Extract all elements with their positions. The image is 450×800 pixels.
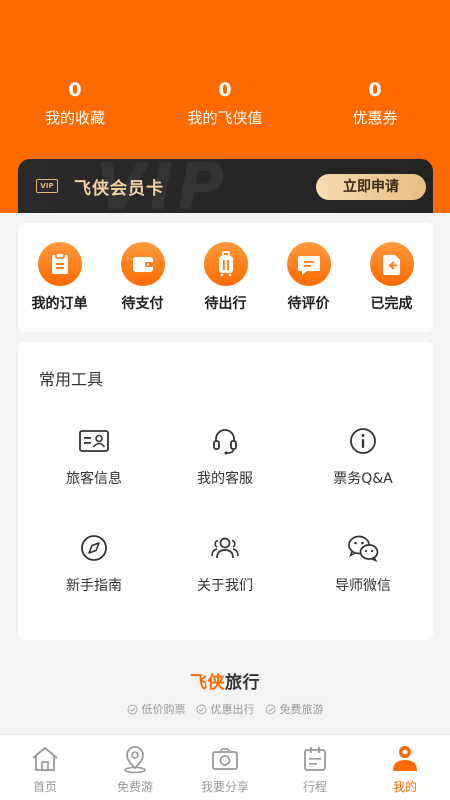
order-all[interactable]: 我的订单 bbox=[18, 223, 101, 332]
apply-button[interactable]: 立即申请 bbox=[316, 174, 426, 200]
vip-badge-icon: VIP bbox=[36, 179, 58, 193]
return-icon bbox=[369, 242, 414, 286]
wechat-icon bbox=[294, 533, 432, 563]
tab-label: 首页 bbox=[32, 780, 57, 794]
order-label: 我的订单 bbox=[31, 296, 88, 312]
check-circle-icon bbox=[265, 704, 275, 714]
id-card-icon bbox=[25, 426, 163, 456]
brand-tag: 优惠出行 bbox=[196, 701, 255, 717]
tab-label: 我要分享 bbox=[200, 780, 249, 794]
tools-panel: 常用工具 旅客信息 我的客服 票务Q&A 新手指南 关于我们 导师微信 bbox=[18, 342, 433, 640]
tool-about-us[interactable]: 关于我们 bbox=[156, 533, 294, 595]
tab-share[interactable]: 我要分享 bbox=[180, 735, 270, 800]
suitcase-icon bbox=[203, 242, 248, 286]
tab-mine[interactable]: 我的 bbox=[360, 735, 450, 800]
tool-label: 我的客服 bbox=[197, 471, 253, 487]
headset-icon bbox=[156, 426, 294, 456]
stat-favorites[interactable]: 0 我的收藏 bbox=[0, 78, 150, 128]
stat-label: 优惠券 bbox=[352, 109, 398, 127]
stat-label: 我的收藏 bbox=[44, 109, 105, 127]
order-pending-travel[interactable]: 待出行 bbox=[184, 223, 267, 332]
compass-icon bbox=[25, 533, 163, 563]
location-pin-icon bbox=[90, 743, 180, 775]
order-pending-review[interactable]: 待评价 bbox=[267, 223, 350, 332]
brand-tags: 低价购票 优惠出行 免费旅游 bbox=[0, 701, 450, 717]
tab-home[interactable]: 首页 bbox=[0, 735, 90, 800]
stat-label: 我的飞侠值 bbox=[187, 109, 263, 127]
profile-icon bbox=[360, 743, 450, 775]
tool-traveler-info[interactable]: 旅客信息 bbox=[25, 426, 163, 488]
tool-ticket-qa[interactable]: 票务Q&A bbox=[294, 426, 432, 488]
order-status-panel: 我的订单 待支付 待出行 待评价 已完成 bbox=[18, 223, 433, 332]
order-label: 待出行 bbox=[204, 296, 247, 312]
vip-card-title: 飞侠会员卡 bbox=[74, 179, 164, 199]
bottom-tab-bar: 首页 免费游 我要分享 行程 我的 bbox=[0, 734, 450, 800]
tab-itinerary[interactable]: 行程 bbox=[270, 735, 360, 800]
stat-value: 0 bbox=[68, 79, 82, 101]
brand-tag-label: 免费旅游 bbox=[279, 703, 324, 716]
tool-label: 关于我们 bbox=[197, 578, 253, 594]
tool-mentor-wechat[interactable]: 导师微信 bbox=[294, 533, 432, 595]
info-icon bbox=[294, 426, 432, 456]
order-label: 待支付 bbox=[121, 296, 164, 312]
brand-tag: 低价购票 bbox=[127, 701, 186, 717]
comment-icon bbox=[286, 242, 331, 286]
stat-value: 0 bbox=[218, 79, 232, 101]
check-circle-icon bbox=[127, 704, 137, 714]
tool-beginner-guide[interactable]: 新手指南 bbox=[25, 533, 163, 595]
order-pending-payment[interactable]: 待支付 bbox=[101, 223, 184, 332]
brand-tag-label: 低价购票 bbox=[141, 703, 186, 716]
stat-points[interactable]: 0 我的飞侠值 bbox=[150, 78, 300, 128]
users-icon bbox=[156, 533, 294, 563]
clipboard-icon bbox=[37, 242, 82, 286]
tool-label: 新手指南 bbox=[66, 578, 122, 594]
stats-row: 0 我的收藏 0 我的飞侠值 0 优惠券 bbox=[0, 78, 450, 128]
brand-tag: 免费旅游 bbox=[265, 701, 324, 717]
tab-free-tour[interactable]: 免费游 bbox=[90, 735, 180, 800]
check-circle-icon bbox=[196, 704, 206, 714]
calendar-icon bbox=[270, 743, 360, 775]
brand-tag-label: 优惠出行 bbox=[210, 703, 255, 716]
order-completed[interactable]: 已完成 bbox=[350, 223, 433, 332]
camera-icon bbox=[180, 743, 270, 775]
home-icon bbox=[0, 743, 90, 775]
order-label: 已完成 bbox=[370, 296, 413, 312]
stat-coupons[interactable]: 0 优惠券 bbox=[300, 78, 450, 128]
wallet-icon bbox=[120, 242, 165, 286]
brand-logo-secondary: 旅行 bbox=[225, 673, 260, 693]
stat-value: 0 bbox=[368, 79, 382, 101]
tool-label: 票务Q&A bbox=[333, 471, 393, 487]
tab-label: 行程 bbox=[302, 780, 327, 794]
tool-label: 旅客信息 bbox=[66, 471, 122, 487]
order-label: 待评价 bbox=[287, 296, 330, 312]
brand-logo: 飞侠旅行 bbox=[0, 668, 450, 693]
vip-card[interactable]: VIP VIP 飞侠会员卡 立即申请 bbox=[18, 159, 433, 213]
tools-title: 常用工具 bbox=[39, 370, 104, 389]
brand-footer: 飞侠旅行 低价购票 优惠出行 免费旅游 bbox=[0, 668, 450, 717]
tool-customer-service[interactable]: 我的客服 bbox=[156, 426, 294, 488]
brand-logo-primary: 飞侠 bbox=[190, 673, 225, 693]
tab-label: 免费游 bbox=[116, 780, 153, 794]
tool-label: 导师微信 bbox=[335, 578, 391, 594]
tab-label: 我的 bbox=[392, 780, 417, 794]
